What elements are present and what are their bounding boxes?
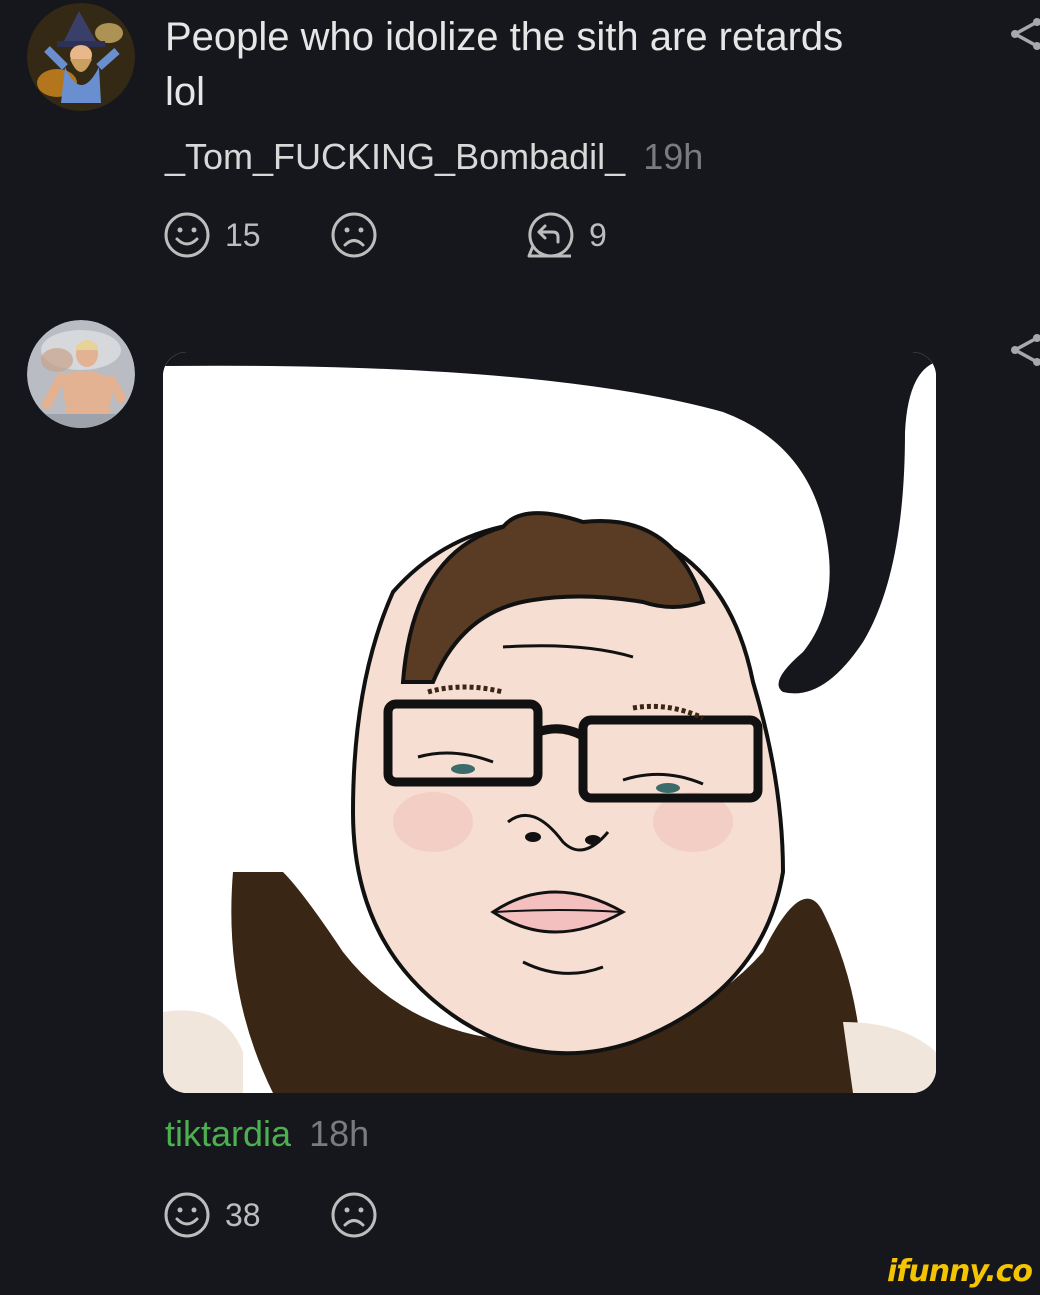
username[interactable]: _Tom_FUCKING_Bombadil_: [165, 136, 625, 177]
like-button[interactable]: 15: [163, 211, 261, 259]
comment-text: People who idolize the sith are retards …: [165, 15, 844, 114]
comment-meta: tiktardia 18h: [165, 1114, 369, 1154]
share-icon[interactable]: [1005, 330, 1040, 370]
like-count: 38: [225, 1196, 261, 1233]
comment-meta: _Tom_FUCKING_Bombadil_ 19h: [165, 137, 703, 177]
reply-icon: [527, 212, 574, 258]
like-button[interactable]: 38: [163, 1191, 261, 1239]
dislike-button[interactable]: [330, 211, 378, 259]
smile-icon: [164, 1192, 210, 1238]
comments-page: People who idolize the sith are retards …: [0, 0, 1040, 1295]
comment-image[interactable]: [163, 352, 936, 1093]
reply-button[interactable]: 9: [525, 211, 607, 259]
person-avatar-icon[interactable]: [27, 320, 135, 428]
share-icon[interactable]: [1005, 14, 1040, 54]
username[interactable]: tiktardia: [165, 1113, 291, 1154]
like-count: 15: [225, 216, 261, 253]
smile-icon: [164, 212, 210, 258]
frown-icon: [331, 212, 377, 258]
dislike-button[interactable]: [330, 1191, 378, 1239]
reply-count: 9: [589, 216, 607, 253]
timestamp: 19h: [643, 136, 704, 177]
watermark-logo: ifunny.co: [887, 1254, 1033, 1289]
timestamp: 18h: [309, 1113, 370, 1154]
wizard-avatar-icon[interactable]: [27, 3, 135, 111]
frown-icon: [331, 1192, 377, 1238]
